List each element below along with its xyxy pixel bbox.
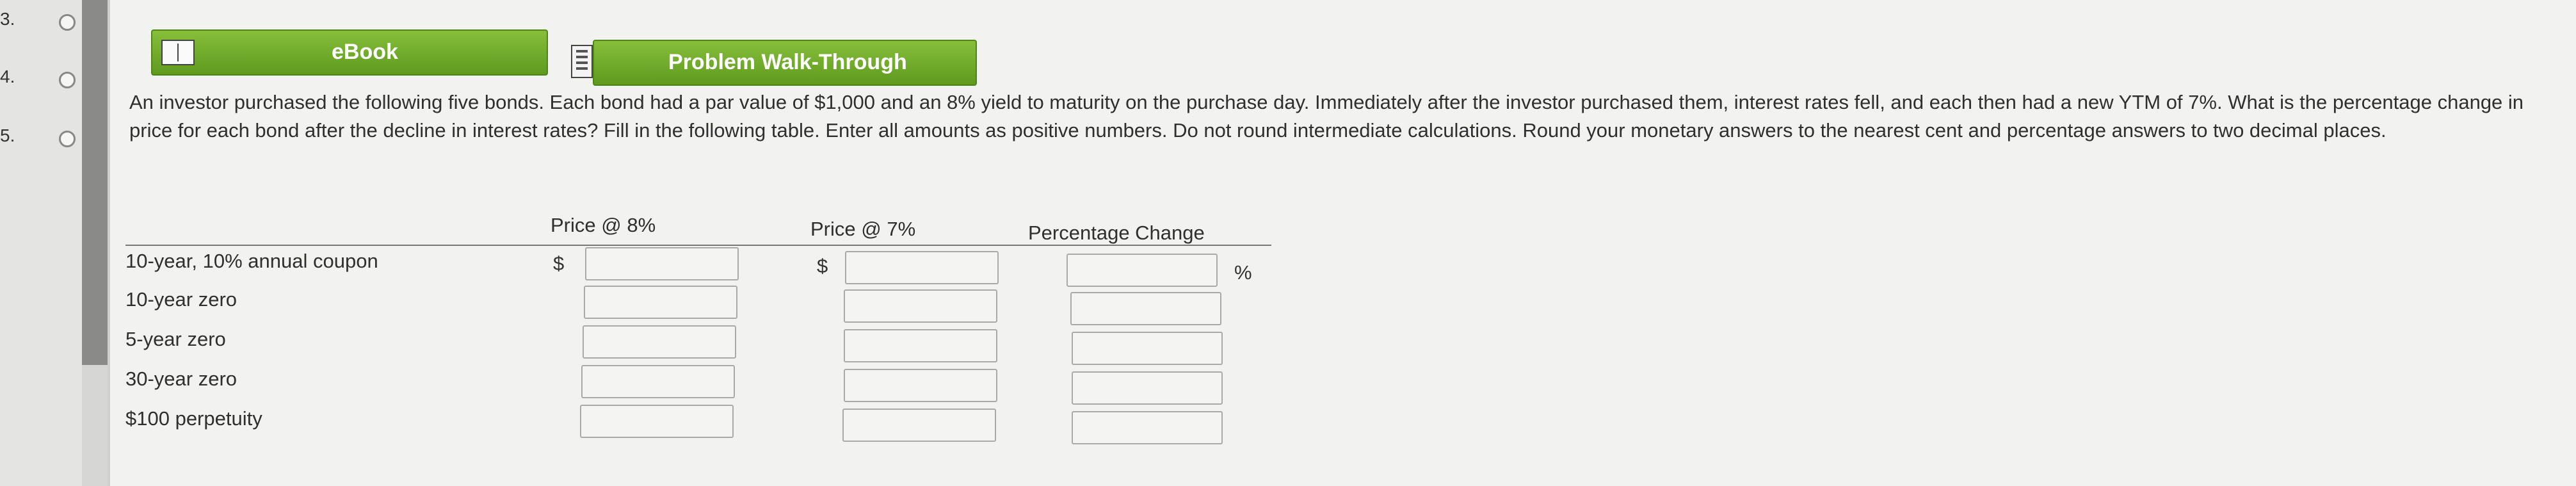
question-number: 5. — [0, 126, 15, 145]
percent-symbol: % — [1234, 261, 1252, 284]
input-price-7-row2[interactable] — [844, 289, 997, 323]
question-nav-item-4[interactable]: 4. — [0, 63, 82, 101]
input-pct-change-row4[interactable] — [1072, 371, 1223, 405]
question-text: An investor purchased the following five… — [129, 91, 2524, 142]
currency-symbol: $ — [553, 252, 565, 275]
header-price-8: Price @ 8% — [551, 214, 656, 236]
input-price-8-row2[interactable] — [584, 286, 737, 319]
table-header-divider — [125, 245, 1271, 246]
question-status-circle-icon[interactable] — [59, 131, 76, 147]
header-percentage-change: Percentage Change — [1028, 222, 1205, 244]
input-pct-change-row1[interactable] — [1067, 254, 1218, 287]
ebook-button-label: eBook — [332, 40, 398, 64]
book-icon — [161, 40, 195, 65]
question-nav-item-5[interactable]: 5. — [0, 122, 82, 160]
navigator-divider — [108, 0, 110, 486]
problem-walkthrough-label: Problem Walk-Through — [668, 50, 907, 74]
problem-walkthrough-button[interactable]: Problem Walk-Through — [571, 40, 977, 86]
question-nav-item-3[interactable]: 3. — [0, 5, 82, 44]
input-price-7-row4[interactable] — [844, 369, 997, 402]
input-price-8-row5[interactable] — [580, 405, 734, 438]
row-label-30yr-zero: 30-year zero — [125, 368, 237, 390]
input-pct-change-row5[interactable] — [1072, 411, 1223, 444]
question-navigator: 3. 4. 5. — [0, 0, 83, 486]
currency-symbol: $ — [817, 255, 828, 277]
film-icon — [571, 45, 593, 78]
input-pct-change-row2[interactable] — [1070, 292, 1221, 325]
question-number: 3. — [0, 9, 15, 29]
ebook-button[interactable]: eBook — [151, 29, 548, 76]
question-status-circle-icon[interactable] — [59, 14, 76, 31]
question-status-circle-icon[interactable] — [59, 72, 76, 88]
input-price-8-row4[interactable] — [581, 365, 735, 398]
row-label-perpetuity: $100 perpetuity — [125, 407, 262, 430]
row-label-10yr-coupon: 10-year, 10% annual coupon — [125, 250, 378, 272]
navigator-scrollbar-thumb[interactable] — [82, 0, 108, 365]
input-price-7-row3[interactable] — [844, 329, 997, 362]
row-label-10yr-zero: 10-year zero — [125, 288, 237, 311]
header-price-7: Price @ 7% — [810, 218, 916, 240]
navigator-scrollbar-track[interactable] — [82, 365, 108, 486]
input-price-8-row1[interactable] — [585, 247, 739, 280]
input-price-8-row3[interactable] — [583, 325, 736, 359]
input-price-7-row1[interactable] — [845, 251, 999, 284]
input-price-7-row5[interactable] — [842, 409, 996, 442]
input-pct-change-row3[interactable] — [1072, 332, 1223, 365]
question-number: 4. — [0, 67, 15, 86]
row-label-5yr-zero: 5-year zero — [125, 328, 226, 350]
